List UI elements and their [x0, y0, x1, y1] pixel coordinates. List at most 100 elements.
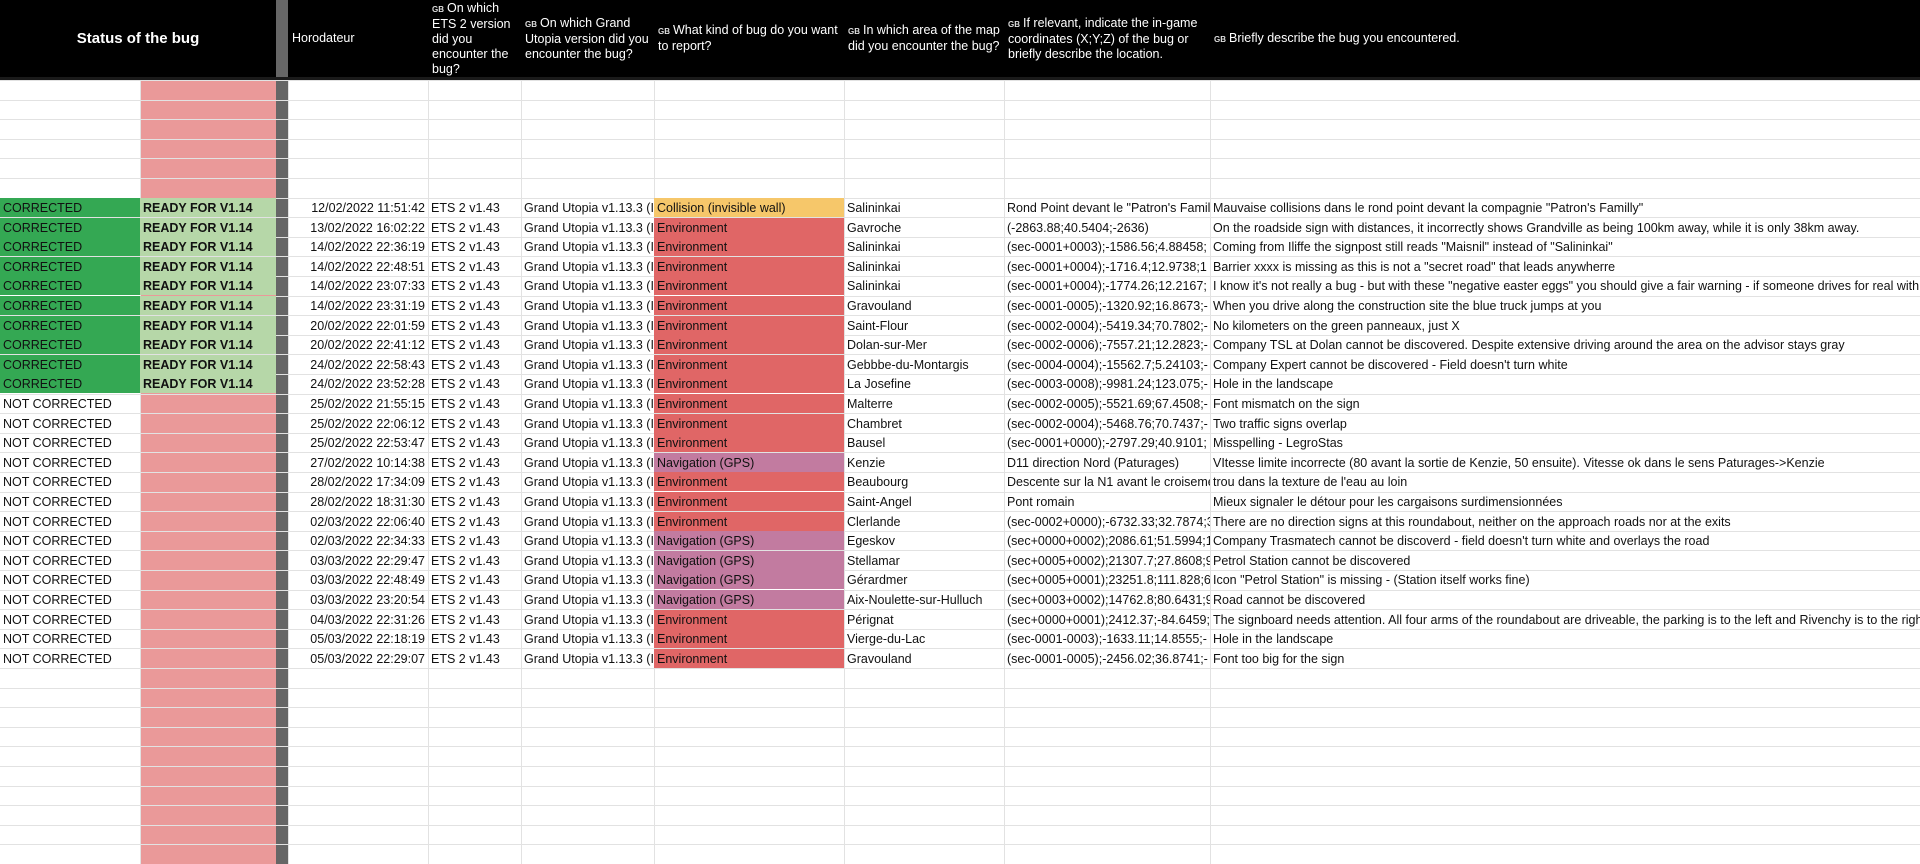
table-row[interactable]: NOT CORRECTED 05/03/2022 22:18:19 ETS 2 v1…: [0, 629, 1920, 649]
description-cell[interactable]: Font mismatch on the sign: [1210, 394, 1920, 413]
status-cell[interactable]: NOT CORRECTED: [0, 414, 140, 433]
gu-version-cell[interactable]: Grand Utopia v1.13.3 (I: [521, 218, 654, 237]
column-header-map-area[interactable]: GB In which area of the map did you encou…: [844, 0, 1004, 77]
ets-version-cell[interactable]: ETS 2 v1.43: [428, 610, 521, 629]
timestamp-cell[interactable]: 20/02/2022 22:01:59: [288, 316, 428, 335]
coordinates-cell[interactable]: (sec-0002-0004);-5419.34;70.7802;-: [1004, 316, 1210, 335]
gu-version-cell[interactable]: Grand Utopia v1.13.3 (I: [521, 414, 654, 433]
gu-version-cell[interactable]: Grand Utopia v1.13.3 (I: [521, 374, 654, 393]
status-cell[interactable]: NOT CORRECTED: [0, 610, 140, 629]
map-area-cell[interactable]: Salininkai: [844, 276, 1004, 295]
map-area-cell[interactable]: Stellamar: [844, 551, 1004, 570]
ready-cell[interactable]: READY FOR V1.14: [140, 316, 276, 335]
status-cell[interactable]: CORRECTED: [0, 355, 140, 374]
ready-cell[interactable]: READY FOR V1.14: [140, 374, 276, 393]
bug-kind-cell[interactable]: Environment: [654, 374, 844, 393]
timestamp-cell[interactable]: 03/03/2022 23:20:54: [288, 590, 428, 609]
table-row[interactable]: NOT CORRECTED 05/03/2022 22:29:07 ETS 2 v1…: [0, 649, 1920, 669]
table-row[interactable]: NOT CORRECTED 02/03/2022 22:06:40 ETS 2 v1…: [0, 512, 1920, 532]
timestamp-cell[interactable]: 12/02/2022 11:51:42: [288, 198, 428, 217]
ets-version-cell[interactable]: ETS 2 v1.43: [428, 316, 521, 335]
coordinates-cell[interactable]: (sec-0002-0005);-5521.69;67.4508;-: [1004, 394, 1210, 413]
coordinates-cell[interactable]: (sec-0004-0004);-15562.7;5.24103;-: [1004, 355, 1210, 374]
table-row[interactable]: NOT CORRECTED 27/02/2022 10:14:38 ETS 2 v1…: [0, 453, 1920, 473]
status-cell[interactable]: NOT CORRECTED: [0, 433, 140, 452]
gu-version-cell[interactable]: Grand Utopia v1.13.3 (I: [521, 610, 654, 629]
bug-kind-cell[interactable]: Collision (invisible wall): [654, 198, 844, 217]
description-cell[interactable]: Mieux signaler le détour pour les cargai…: [1210, 492, 1920, 511]
bug-kind-cell[interactable]: Environment: [654, 472, 844, 491]
timestamp-cell[interactable]: 28/02/2022 18:31:30: [288, 492, 428, 511]
description-cell[interactable]: trou dans la texture de l'eau au loin: [1210, 472, 1920, 491]
ready-cell[interactable]: READY FOR V1.14: [140, 237, 276, 256]
timestamp-cell[interactable]: 03/03/2022 22:48:49: [288, 570, 428, 589]
description-cell[interactable]: Company TSL at Dolan cannot be discovere…: [1210, 335, 1920, 354]
bug-kind-cell[interactable]: Navigation (GPS): [654, 453, 844, 472]
coordinates-cell[interactable]: (sec+0005+0002);21307.7;27.8608;9: [1004, 551, 1210, 570]
status-cell[interactable]: NOT CORRECTED: [0, 453, 140, 472]
table-row[interactable]: CORRECTED READY FOR V1.14 14/02/2022 23:31…: [0, 296, 1920, 316]
map-area-cell[interactable]: Saint-Angel: [844, 492, 1004, 511]
map-area-cell[interactable]: Pérignat: [844, 610, 1004, 629]
status-cell[interactable]: NOT CORRECTED: [0, 531, 140, 550]
status-cell[interactable]: CORRECTED: [0, 296, 140, 315]
coordinates-cell[interactable]: Pont romain: [1004, 492, 1210, 511]
ets-version-cell[interactable]: ETS 2 v1.43: [428, 472, 521, 491]
ets-version-cell[interactable]: ETS 2 v1.43: [428, 198, 521, 217]
ets-version-cell[interactable]: ETS 2 v1.43: [428, 237, 521, 256]
map-area-cell[interactable]: Aix-Noulette-sur-Hulluch: [844, 590, 1004, 609]
ets-version-cell[interactable]: ETS 2 v1.43: [428, 453, 521, 472]
ready-cell[interactable]: [140, 453, 276, 472]
map-area-cell[interactable]: Dolan-sur-Mer: [844, 335, 1004, 354]
bug-kind-cell[interactable]: Environment: [654, 394, 844, 413]
gu-version-cell[interactable]: Grand Utopia v1.13.3 (I: [521, 629, 654, 648]
ready-cell[interactable]: [140, 629, 276, 648]
bug-kind-cell[interactable]: Environment: [654, 610, 844, 629]
coordinates-cell[interactable]: (sec-0001-0003);-1633.11;14.8555;-: [1004, 629, 1210, 648]
bug-kind-cell[interactable]: Environment: [654, 276, 844, 295]
coordinates-cell[interactable]: (sec-0002-0006);-7557.21;12.2823;-: [1004, 335, 1210, 354]
description-cell[interactable]: Company Trasmatech cannot be discoverd -…: [1210, 531, 1920, 550]
description-cell[interactable]: There are no direction signs at this rou…: [1210, 512, 1920, 531]
map-area-cell[interactable]: Vierge-du-Lac: [844, 629, 1004, 648]
description-cell[interactable]: I know it's not really a bug - but with …: [1210, 276, 1920, 295]
timestamp-cell[interactable]: 24/02/2022 22:58:43: [288, 355, 428, 374]
coordinates-cell[interactable]: (-2863.88;40.5404;-2636): [1004, 218, 1210, 237]
timestamp-cell[interactable]: 25/02/2022 22:53:47: [288, 433, 428, 452]
bug-kind-cell[interactable]: Environment: [654, 355, 844, 374]
status-cell[interactable]: NOT CORRECTED: [0, 551, 140, 570]
ready-cell[interactable]: READY FOR V1.14: [140, 257, 276, 276]
description-cell[interactable]: Barrier xxxx is missing as this is not a…: [1210, 257, 1920, 276]
gu-version-cell[interactable]: Grand Utopia v1.13.3 (I: [521, 198, 654, 217]
status-cell[interactable]: NOT CORRECTED: [0, 472, 140, 491]
ready-cell[interactable]: READY FOR V1.14: [140, 276, 276, 295]
gu-version-cell[interactable]: Grand Utopia v1.13.3 (I: [521, 394, 654, 413]
table-row[interactable]: CORRECTED READY FOR V1.14 20/02/2022 22:01…: [0, 316, 1920, 336]
gu-version-cell[interactable]: Grand Utopia v1.13.3 (I: [521, 316, 654, 335]
coordinates-cell[interactable]: (sec+0003+0002);14762.8;80.6431;9: [1004, 590, 1210, 609]
table-row[interactable]: NOT CORRECTED 04/03/2022 22:31:26 ETS 2 v1…: [0, 610, 1920, 630]
ets-version-cell[interactable]: ETS 2 v1.43: [428, 335, 521, 354]
coordinates-cell[interactable]: (sec-0001-0005);-1320.92;16.8673;-: [1004, 296, 1210, 315]
map-area-cell[interactable]: Gebbbe-du-Montargis: [844, 355, 1004, 374]
coordinates-cell[interactable]: (sec-0001-0005);-2456.02;36.8741;-: [1004, 649, 1210, 668]
timestamp-cell[interactable]: 24/02/2022 23:52:28: [288, 374, 428, 393]
bug-kind-cell[interactable]: Environment: [654, 649, 844, 668]
gu-version-cell[interactable]: Grand Utopia v1.13.3 (I: [521, 257, 654, 276]
ets-version-cell[interactable]: ETS 2 v1.43: [428, 218, 521, 237]
timestamp-cell[interactable]: 20/02/2022 22:41:12: [288, 335, 428, 354]
ready-cell[interactable]: [140, 570, 276, 589]
ets-version-cell[interactable]: ETS 2 v1.43: [428, 257, 521, 276]
ets-version-cell[interactable]: ETS 2 v1.43: [428, 433, 521, 452]
gu-version-cell[interactable]: Grand Utopia v1.13.3 (I: [521, 551, 654, 570]
bug-kind-cell[interactable]: Environment: [654, 629, 844, 648]
gu-version-cell[interactable]: Grand Utopia v1.13.3 (I: [521, 570, 654, 589]
ready-cell[interactable]: [140, 414, 276, 433]
timestamp-cell[interactable]: 14/02/2022 23:31:19: [288, 296, 428, 315]
ready-cell[interactable]: [140, 590, 276, 609]
gu-version-cell[interactable]: Grand Utopia v1.13.3 (I: [521, 649, 654, 668]
coordinates-cell[interactable]: Rond Point devant le "Patron's Famil: [1004, 198, 1210, 217]
map-area-cell[interactable]: Gérardmer: [844, 570, 1004, 589]
ets-version-cell[interactable]: ETS 2 v1.43: [428, 551, 521, 570]
coordinates-cell[interactable]: Descente sur la N1 avant le croiseme: [1004, 472, 1210, 491]
